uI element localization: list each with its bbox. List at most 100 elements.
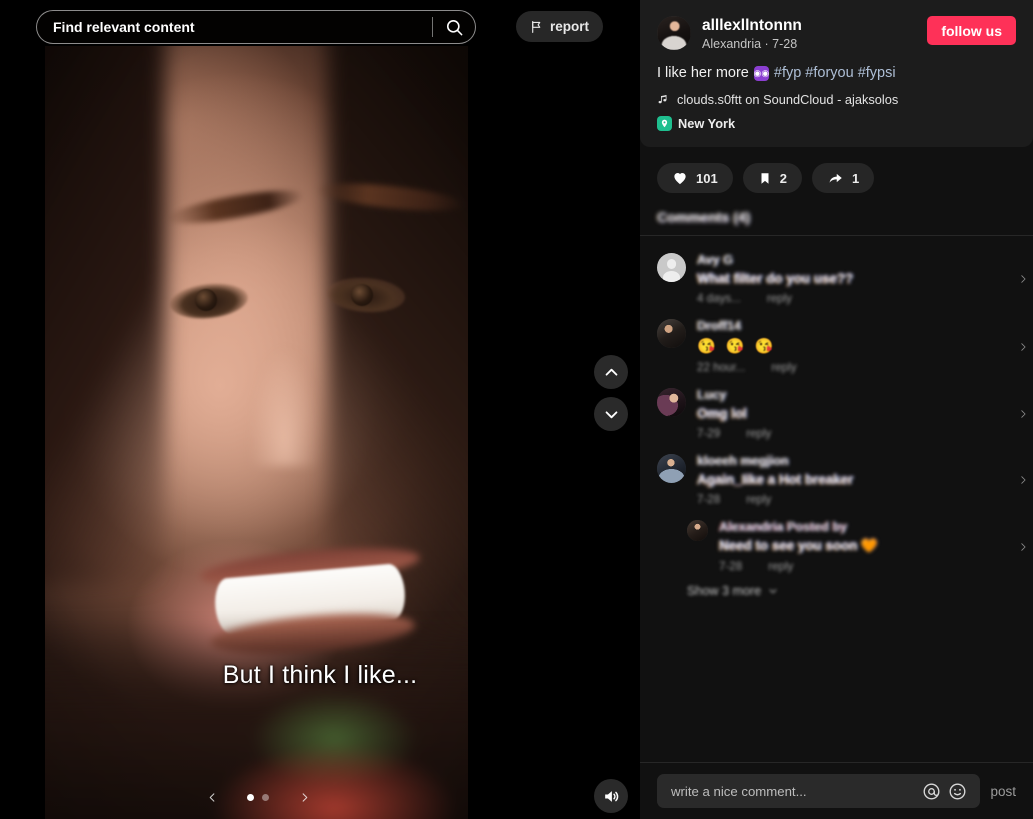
comment-input-box[interactable]	[657, 774, 981, 808]
devil-emoji-icon: ◉◉	[754, 66, 769, 82]
chevron-right-icon	[1021, 342, 1026, 351]
volume-button[interactable]	[594, 779, 628, 813]
comment-body: Alexandria Posted by Need to see you soo…	[719, 520, 1007, 573]
comment-item[interactable]: Droff14 😘 😘 😘 22 hour... reply	[640, 312, 1033, 381]
show-more-replies-button[interactable]: Show 3 more	[640, 580, 1033, 598]
commenter-avatar[interactable]	[657, 454, 686, 484]
comment-reply-link[interactable]: reply	[746, 493, 771, 506]
comment-expand-button[interactable]	[1018, 540, 1028, 554]
chevron-right-icon	[1021, 410, 1026, 418]
chevron-down-icon	[605, 410, 617, 418]
comment-meta: 7-28 reply	[719, 560, 1007, 573]
mention-button[interactable]	[918, 778, 944, 804]
post-header-card: alllexllntonnn Alexandria · 7-28 follow …	[640, 0, 1033, 148]
comment-meta: 7-29 reply	[697, 427, 1007, 440]
location-chip[interactable]: New York	[657, 116, 736, 132]
comment-text: Again_Iike a Hot breaker	[697, 472, 854, 488]
comment-body: Droff14 😘 😘 😘 22 hour... reply	[697, 319, 1007, 374]
music-label: clouds.s0ftt on SoundCloud - ajaksolos	[677, 92, 899, 108]
carousel-dots[interactable]	[247, 793, 269, 801]
report-label: report	[549, 19, 589, 34]
author-name-block: alllexllntonnn Alexandria · 7-28	[702, 16, 916, 51]
video-player[interactable]	[45, 46, 468, 819]
like-button[interactable]: 101	[657, 163, 733, 194]
carousel-dot-1[interactable]	[247, 793, 254, 801]
comment-meta: 22 hour... reply	[697, 361, 1007, 374]
comment-item[interactable]: Avy G What filter do you use?? 4 days...…	[640, 246, 1033, 312]
location-pin-icon	[657, 116, 672, 132]
commenter-name[interactable]: kloeeh megjion	[697, 454, 1007, 468]
author-avatar[interactable]	[657, 16, 691, 50]
share-arrow-icon	[829, 173, 842, 183]
comment-expand-button[interactable]	[1018, 473, 1028, 487]
video-pane: But I think I like... report	[0, 0, 640, 819]
comment-meta: 7-28 reply	[697, 493, 1007, 506]
commenter-name[interactable]: Lucy	[697, 388, 1007, 402]
comment-reply-item[interactable]: Alexandria Posted by Need to see you soo…	[640, 513, 1033, 580]
comment-item[interactable]: Lucy Omg lol 7-29 reply	[640, 381, 1033, 447]
chevron-right-icon	[1021, 476, 1026, 484]
follow-button[interactable]: follow us	[927, 16, 1016, 45]
comment-expand-button[interactable]	[1018, 272, 1028, 286]
previous-video-button[interactable]	[594, 355, 628, 389]
comment-item[interactable]: kloeeh megjion Again_Iike a Hot breaker …	[640, 447, 1033, 513]
commenter-name[interactable]: Droff14	[697, 319, 1007, 333]
post-author-row: alllexllntonnn Alexandria · 7-28 follow …	[657, 16, 1016, 51]
comment-expand-button[interactable]	[1018, 340, 1028, 354]
bookmark-button[interactable]: 2	[742, 163, 802, 194]
video-caption-text: But I think I like...	[222, 661, 418, 689]
music-note-icon	[658, 95, 667, 104]
carousel-prev-button[interactable]	[203, 786, 221, 808]
comment-reply-link[interactable]: reply	[768, 560, 793, 573]
search-input[interactable]	[37, 11, 432, 43]
comment-timestamp: 7-28	[697, 493, 721, 507]
post-music-row[interactable]: clouds.s0ftt on SoundCloud - ajaksolos	[657, 92, 1016, 107]
like-count: 101	[696, 170, 718, 186]
carousel-next-button[interactable]	[295, 786, 313, 808]
commenter-avatar[interactable]	[657, 319, 686, 349]
comment-body: Lucy Omg lol 7-29 reply	[697, 388, 1007, 440]
at-mention-icon	[923, 783, 940, 799]
heart-icon	[674, 172, 686, 184]
comment-text: 😘 😘 😘	[697, 338, 777, 356]
author-subtitle: Alexandria · 7-28	[702, 37, 798, 52]
bookmark-icon	[761, 172, 769, 184]
commenter-name[interactable]: Alexandria Posted by	[719, 520, 1007, 534]
post-comment-button[interactable]: post	[990, 784, 1016, 799]
comment-expand-button[interactable]	[1018, 407, 1028, 421]
comment-timestamp: 7-29	[697, 427, 721, 441]
comment-reply-link[interactable]: reply	[771, 361, 796, 374]
search-bar[interactable]	[36, 10, 476, 44]
post-description: I like her more ◉◉ #fyp #foryou #fypsi	[657, 64, 1016, 83]
reply-author-name: Alexandria	[719, 520, 784, 535]
search-button[interactable]	[433, 11, 475, 43]
comment-reply-link[interactable]: reply	[746, 427, 771, 440]
commenter-avatar[interactable]	[657, 253, 686, 283]
comment-body: kloeeh megjion Again_Iike a Hot breaker …	[697, 454, 1007, 506]
post-hashtags[interactable]: #fyp #foryou #fypsi	[774, 64, 896, 83]
chevron-up-icon	[605, 368, 617, 376]
location-label: New York	[678, 116, 736, 132]
comments-header: Comments (4)	[657, 209, 751, 226]
video-frame-image	[45, 46, 468, 819]
comment-input[interactable]	[671, 774, 919, 808]
next-video-button[interactable]	[594, 397, 628, 431]
comment-reply-link[interactable]: reply	[767, 292, 792, 305]
chevron-left-icon	[209, 792, 214, 802]
media-carousel-controls	[203, 786, 313, 808]
emoji-smiley-icon	[949, 783, 966, 799]
commenter-avatar[interactable]	[657, 388, 686, 418]
share-button[interactable]: 1	[811, 163, 875, 194]
post-stats-row: 101 2 1	[640, 147, 1033, 194]
comment-text: Omg lol	[697, 406, 747, 422]
commenter-name[interactable]: Avy G	[697, 253, 1007, 267]
post-location-row: New York	[657, 116, 1016, 132]
carousel-dot-2[interactable]	[262, 793, 269, 801]
commenter-avatar[interactable]	[687, 520, 708, 542]
report-button[interactable]: report	[515, 11, 603, 42]
comment-timestamp: 4 days...	[697, 292, 741, 306]
comments-list[interactable]: Avy G What filter do you use?? 4 days...…	[640, 236, 1033, 762]
comment-meta: 4 days... reply	[697, 292, 1007, 305]
author-handle[interactable]: alllexllntonnn	[702, 17, 916, 34]
emoji-button[interactable]	[944, 778, 970, 804]
